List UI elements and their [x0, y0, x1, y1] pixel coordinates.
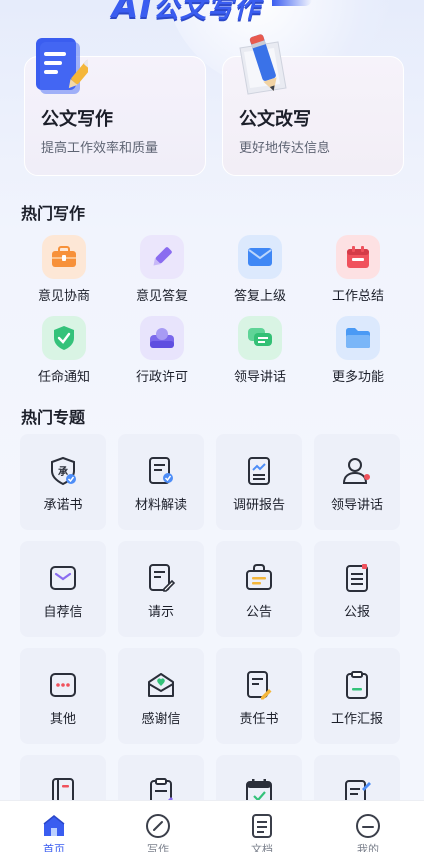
doc-edit-icon — [149, 564, 176, 592]
pen-icon — [140, 235, 184, 279]
topic-label: 其他 — [49, 712, 76, 727]
briefcase-icon — [42, 235, 86, 279]
topic-tile[interactable]: 公告 — [216, 541, 302, 637]
topic-tile[interactable]: 公报 — [314, 541, 400, 637]
nav-label: 写作 — [147, 843, 169, 852]
topic-label: 请示 — [147, 605, 174, 620]
feature-subtitle: 提高工作效率和质量 — [41, 141, 159, 156]
bulletin-icon — [346, 564, 368, 592]
nav-item-compose[interactable]: 写作 — [118, 813, 198, 852]
document-icon — [36, 38, 88, 94]
topic-tile[interactable]: 感谢信 — [118, 648, 204, 744]
hot-writing-item[interactable]: 意见答复 — [119, 235, 205, 305]
section-title-hot-topics: 热门专题 — [21, 408, 86, 427]
envelope-icon — [238, 235, 282, 279]
section-title-hot-writing: 热门写作 — [21, 204, 86, 223]
topic-tile[interactable]: 责任书 — [216, 648, 302, 744]
clipboard-icon — [346, 671, 368, 699]
topic-tile[interactable]: 工作汇报 — [314, 648, 400, 744]
topic-tile[interactable]: 领导讲话 — [314, 434, 400, 530]
heart-mail-icon — [148, 673, 174, 697]
shield-check-icon — [42, 316, 86, 360]
seal-icon: 承 — [51, 456, 76, 486]
nav-item-documents[interactable]: 文档 — [222, 813, 302, 852]
speaker-icon — [342, 458, 370, 484]
hot-writing-item[interactable]: 行政许可 — [119, 316, 205, 386]
topic-label: 领导讲话 — [330, 498, 383, 513]
compose-icon — [146, 814, 170, 838]
home-icon — [43, 815, 65, 836]
nav-item-home[interactable]: 首页 — [14, 813, 94, 852]
chat-icon — [238, 316, 282, 360]
mail-icon — [50, 566, 76, 590]
nav-label: 文档 — [251, 843, 273, 852]
announcement-icon — [246, 564, 272, 590]
topic-label: 调研报告 — [232, 498, 285, 513]
hot-writing-item[interactable]: 任命通知 — [21, 316, 107, 386]
hot-writing-label: 领导讲话 — [233, 370, 286, 385]
topic-label: 公告 — [245, 605, 272, 620]
banner-title-ai: AI — [112, 0, 153, 26]
document-list-icon — [252, 814, 272, 838]
topic-label: 公报 — [343, 605, 370, 620]
topic-tile[interactable]: 调研报告 — [216, 434, 302, 530]
feature-title: 公文改写 — [239, 109, 311, 130]
hot-writing-label: 工作总结 — [331, 289, 384, 304]
feature-title: 公文写作 — [41, 109, 113, 130]
hot-writing-item[interactable]: 领导讲话 — [217, 316, 303, 386]
topic-tile[interactable]: 其他 — [20, 648, 106, 744]
topic-label: 工作汇报 — [330, 712, 383, 727]
hot-writing-label: 意见协商 — [37, 289, 90, 304]
hot-writing-item[interactable]: 意见协商 — [21, 235, 107, 305]
calendar-icon — [336, 235, 380, 279]
topic-label: 感谢信 — [141, 712, 181, 727]
hot-writing-item[interactable]: 更多功能 — [315, 316, 401, 386]
chart-doc-icon — [248, 457, 270, 485]
topic-tile[interactable]: 承 承诺书 — [20, 434, 106, 530]
hot-writing-item[interactable]: 答复上级 — [217, 235, 303, 305]
banner-title: AI公文写作 — [112, 0, 261, 26]
feature-subtitle: 更好地传达信息 — [239, 141, 331, 156]
nav-label: 首页 — [43, 843, 65, 852]
topic-label: 材料解读 — [134, 498, 187, 513]
topic-label: 承诺书 — [43, 498, 83, 513]
nav-label: 我的 — [357, 843, 379, 852]
topic-tile[interactable]: 自荐信 — [20, 541, 106, 637]
doc-sign-icon — [247, 671, 272, 700]
topic-label: 责任书 — [239, 712, 279, 727]
hot-writing-label: 更多功能 — [331, 370, 384, 385]
user-card-icon — [140, 316, 184, 360]
topic-tile[interactable]: 材料解读 — [118, 434, 204, 530]
bottom-nav: 首页 写作 文档 我的 — [0, 800, 424, 852]
decorative-streak — [272, 0, 312, 6]
hot-writing-label: 行政许可 — [135, 370, 188, 385]
hot-writing-label: 任命通知 — [37, 370, 90, 385]
doc-search-icon — [149, 457, 173, 484]
nav-item-profile[interactable]: 我的 — [328, 813, 408, 852]
hot-writing-item[interactable]: 工作总结 — [315, 235, 401, 305]
banner-title-rest: 公文写作 — [152, 0, 261, 24]
hot-writing-label: 意见答复 — [135, 289, 188, 304]
profile-icon — [356, 814, 380, 838]
topic-tile[interactable]: 请示 — [118, 541, 204, 637]
more-icon — [50, 673, 76, 697]
pencil-scroll-icon — [239, 34, 287, 95]
svg-text:承: 承 — [58, 466, 68, 478]
folder-icon — [336, 316, 380, 360]
topic-label: 自荐信 — [43, 605, 83, 620]
hot-writing-label: 答复上级 — [233, 289, 286, 304]
